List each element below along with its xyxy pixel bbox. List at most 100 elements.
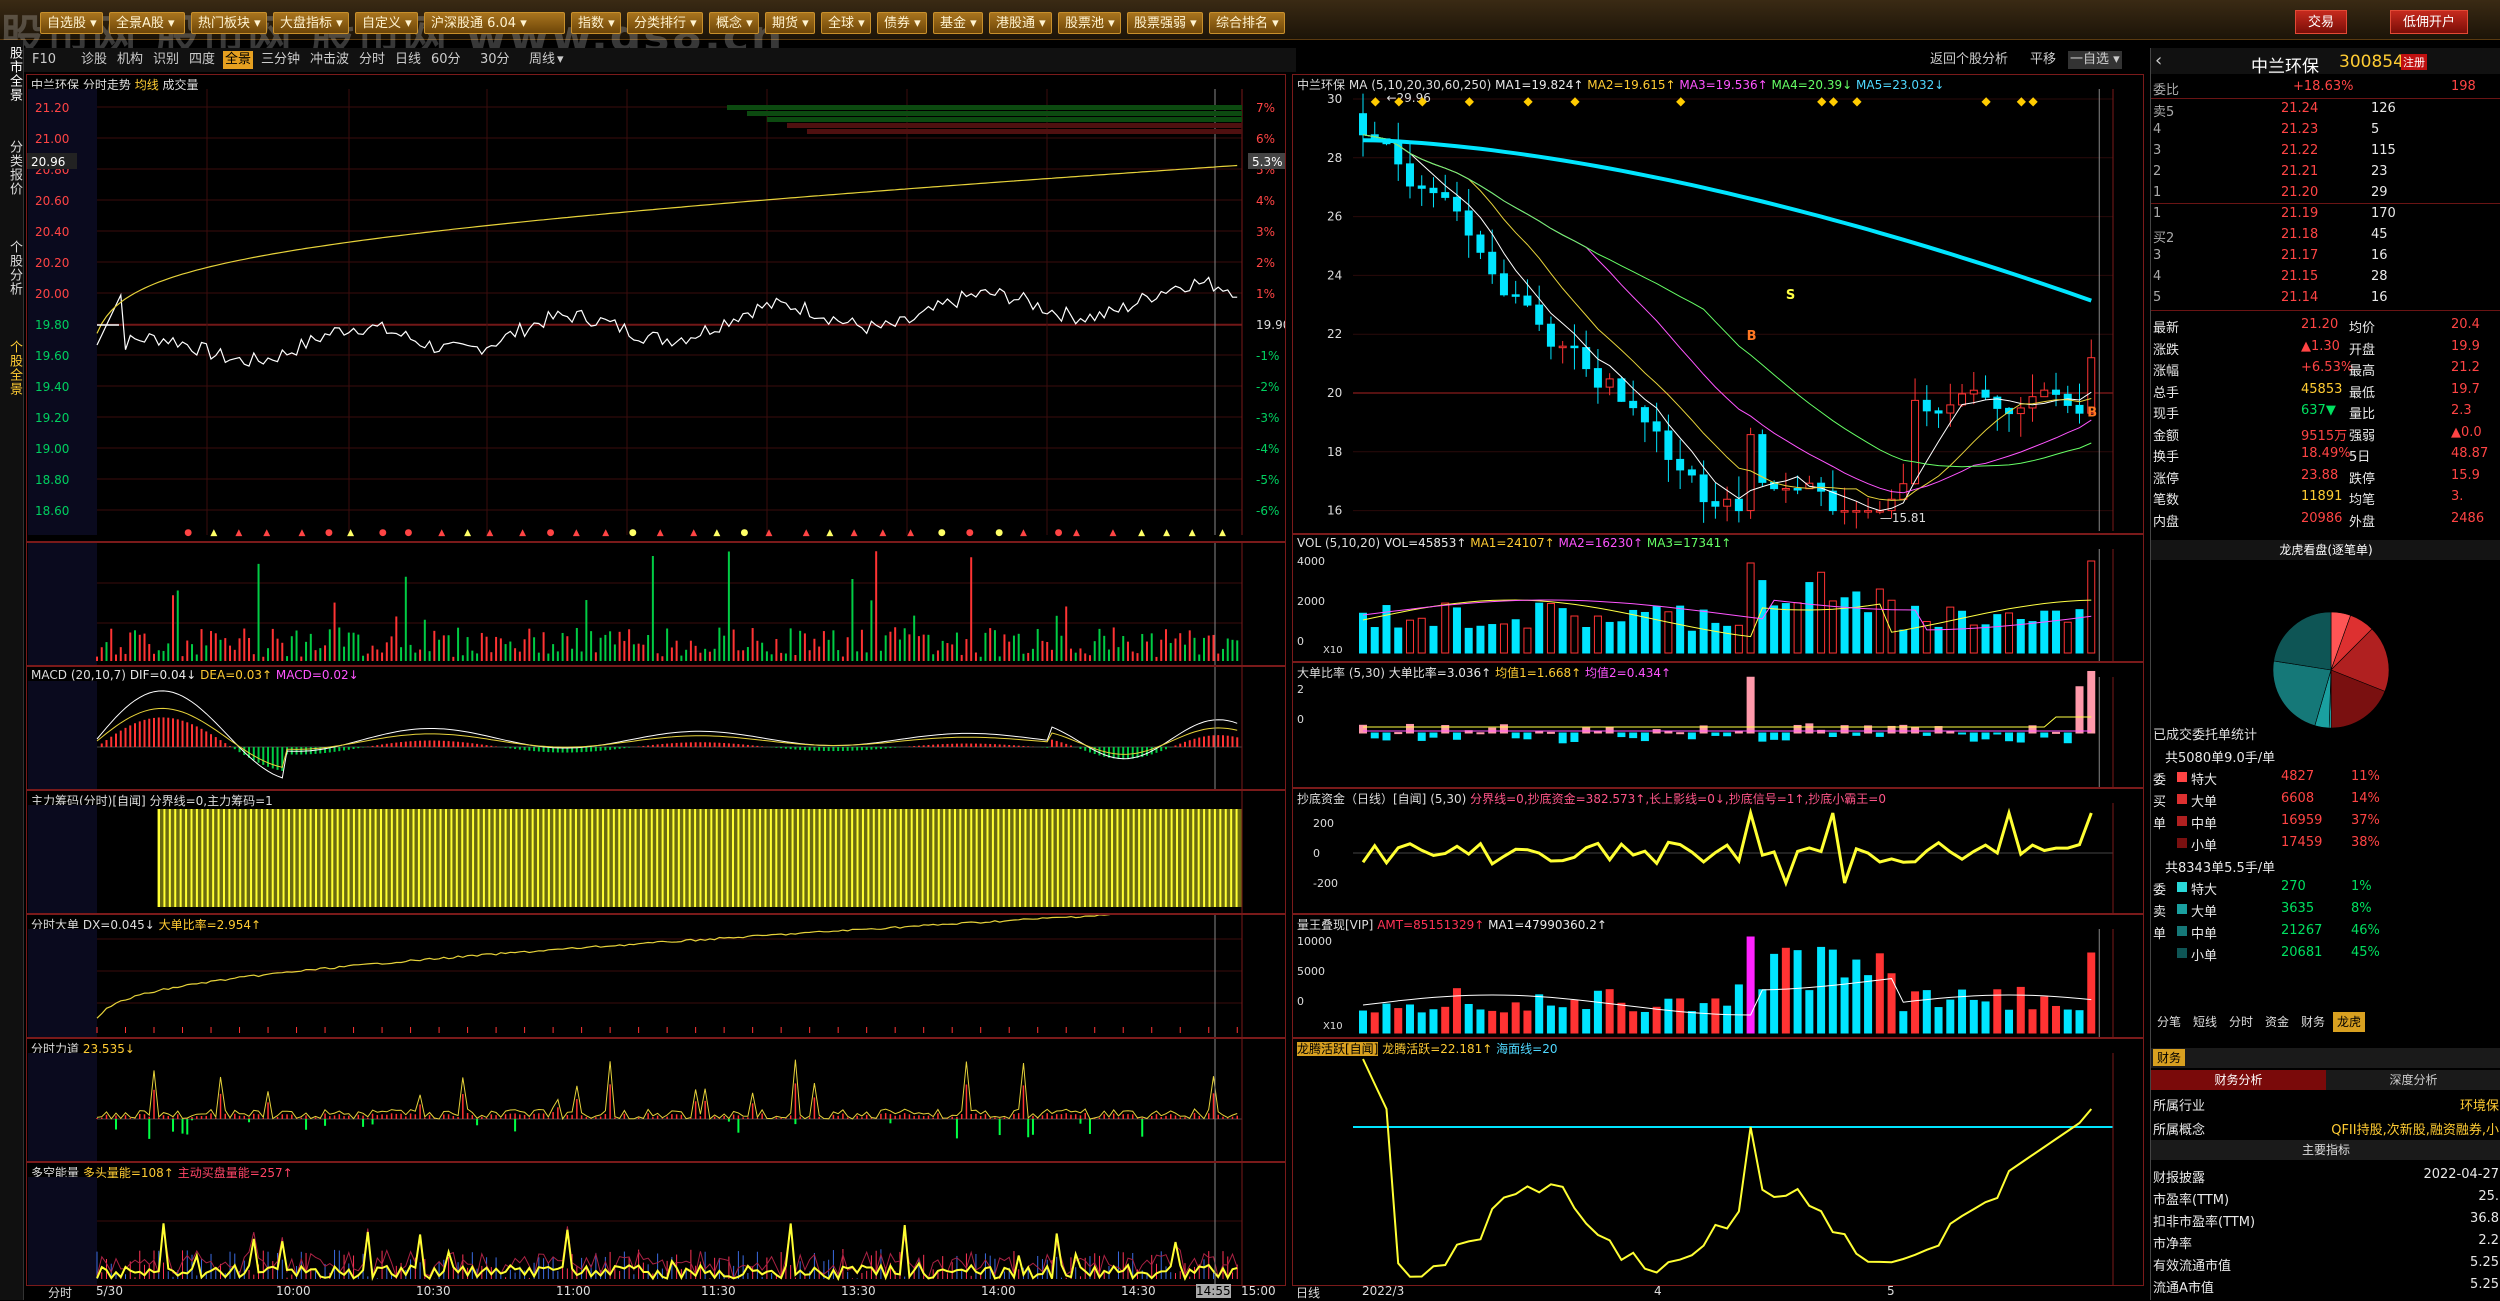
daily-dadan-chart[interactable]: 20	[1293, 663, 2143, 787]
menu-item-5[interactable]: 沪深股通 6.04 ▾	[424, 12, 565, 34]
bar	[1840, 977, 1849, 1034]
toolbar-right-0[interactable]: 返回个股分析	[1928, 51, 2010, 69]
bar	[1746, 562, 1755, 654]
toolbar-item-9[interactable]: 日线	[393, 51, 423, 69]
chaodi-chart[interactable]: 200 0 -200	[1293, 789, 2143, 913]
toolbar-item-7[interactable]: 冲击波	[308, 51, 351, 69]
menu-item-7[interactable]: 分类排行 ▾	[627, 12, 703, 34]
toolbar-item-2[interactable]: 机构	[115, 51, 145, 69]
ask-row[interactable]: 3 21.22 115	[2151, 140, 2500, 162]
energy-chart[interactable]: 1000	[27, 1163, 1285, 1285]
bottom-tab-2[interactable]: 分时	[2225, 1012, 2257, 1032]
intraday-chart[interactable]: 21.2021.0020.8020.6020.4020.2020.0019.80…	[27, 75, 1285, 541]
signal-marker: ●	[405, 528, 413, 538]
bar	[1817, 571, 1826, 654]
bid-row[interactable]: 3 21.17 16	[2151, 245, 2500, 267]
longteng-chart[interactable]	[1293, 1039, 2143, 1285]
bottom-tab-5[interactable]: 龙虎	[2333, 1012, 2366, 1032]
kline-candle	[1676, 458, 1685, 471]
menu-item-16[interactable]: 综合排名 ▾	[1209, 12, 1285, 34]
bar	[1546, 731, 1555, 734]
dadan-chart[interactable]: 3210	[27, 915, 1285, 1037]
lidao-chart[interactable]: 1000	[27, 1039, 1285, 1161]
menu-item-3[interactable]: 大盘指标 ▾	[273, 12, 349, 34]
daily-bottom-tab[interactable]: 日线	[1296, 1284, 1320, 1301]
menu-item-15[interactable]: 股票强弱 ▾	[1127, 12, 1203, 34]
menu-item-12[interactable]: 基金 ▾	[933, 12, 983, 34]
side-tab-overview[interactable]: 个股全景	[2, 340, 22, 396]
bar	[1922, 732, 1931, 736]
side-tab-rank[interactable]: 分类报价	[2, 140, 22, 196]
menu-item-1[interactable]: 全景A股 ▾	[109, 12, 185, 34]
pct-tick: -1%	[1256, 349, 1279, 363]
bid-row[interactable]: 4 21.15 28	[2151, 266, 2500, 288]
bar	[1511, 732, 1520, 739]
toolbar-item-0[interactable]: F10	[30, 51, 58, 69]
ask-row[interactable]: 4 21.23 5	[2151, 119, 2500, 141]
intraday-volume-chart[interactable]: 10005000	[27, 543, 1285, 665]
bar	[1899, 1011, 1908, 1034]
menu-item-14[interactable]: 股票池 ▾	[1058, 12, 1121, 34]
bottom-tab-4[interactable]: 财务	[2297, 1012, 2329, 1032]
bar	[1781, 732, 1790, 741]
deep-analysis-tab[interactable]: 深度分析	[2326, 1070, 2500, 1090]
menu-item-4[interactable]: 自定义 ▾	[355, 12, 418, 34]
side-tab-analysis[interactable]: 个股分析	[2, 240, 22, 296]
macd-chart[interactable]: 0.20.0-0.2	[27, 667, 1285, 789]
bar	[2005, 732, 2014, 742]
menu-item-9[interactable]: 期货 ▾	[765, 12, 815, 34]
trade-button[interactable]: 交易	[2295, 10, 2348, 34]
ask-row[interactable]: 2 21.21 23	[2151, 161, 2500, 183]
bottom-tab-1[interactable]: 短线	[2189, 1012, 2221, 1032]
ask-row[interactable]: 卖5 21.24 126	[2151, 98, 2500, 120]
menu-item-13[interactable]: 港股通 ▾	[989, 12, 1052, 34]
ask-row[interactable]: 1 21.20 29	[2151, 182, 2500, 204]
toolbar-more-icon[interactable]: ▾	[555, 51, 566, 69]
toolbar-item-1[interactable]: 诊股	[79, 51, 109, 69]
bar	[2063, 621, 2072, 654]
kline-candle	[2016, 407, 2025, 415]
bid-row[interactable]: 1 21.19 170	[2151, 203, 2500, 225]
pct-tick: 3%	[1256, 225, 1275, 239]
date-label-apr: 4	[1654, 1284, 1662, 1298]
liangwang-chart[interactable]: 10000 5000 0 X10	[1293, 915, 2143, 1037]
chouma-chart[interactable]: 1050-5-10	[27, 791, 1285, 913]
time-label: 15:00	[1241, 1284, 1276, 1298]
toolbar-item-5[interactable]: 全景	[223, 51, 254, 69]
stat-row: 涨幅 +6.53% 最高 21.2	[2153, 360, 2480, 379]
menu-item-11[interactable]: 债券 ▾	[877, 12, 927, 34]
bar	[1840, 597, 1849, 654]
bottom-tab-3[interactable]: 资金	[2261, 1012, 2293, 1032]
kline-candle	[1464, 210, 1473, 236]
bar	[1864, 975, 1873, 1034]
back-chevron-icon[interactable]: ‹	[2155, 50, 2162, 71]
toolbar-right-1[interactable]: 平移	[2028, 51, 2058, 69]
intraday-bottom-tab[interactable]: 分时	[48, 1284, 72, 1301]
toolbar-item-3[interactable]: 识别	[151, 51, 181, 69]
daily-kline-chart[interactable]: 3028262422201816←29.96—15.81BSB◆ ◆ ◆ ◆ ◆ ◆ ◆ ◆ ◆…	[1293, 75, 2143, 533]
menu-item-0[interactable]: 自选股 ▾	[40, 12, 103, 34]
kline-candle	[1499, 273, 1508, 296]
open-account-button[interactable]: 低佣开户	[2390, 10, 2469, 34]
bar	[1687, 630, 1696, 654]
menu-item-10[interactable]: 全球 ▾	[821, 12, 871, 34]
toolbar-item-6[interactable]: 三分钟	[259, 51, 302, 69]
toolbar-item-11[interactable]: 30分	[478, 51, 512, 69]
toolbar-item-10[interactable]: 60分	[429, 51, 463, 69]
menu-item-8[interactable]: 概念 ▾	[709, 12, 759, 34]
bid-row[interactable]: 5 21.14 16	[2151, 287, 2500, 309]
toolbar-item-8[interactable]: 分时	[357, 51, 387, 69]
finance-analysis-tab[interactable]: 财务分析	[2151, 1070, 2326, 1090]
kline-candle	[1441, 192, 1450, 198]
toolbar-item-4[interactable]: 四度	[187, 51, 217, 69]
daily-vol-chart[interactable]: 4000 2000 0 X10	[1293, 535, 2143, 661]
toolbar-right-2[interactable]: 一自选 ▾	[2068, 51, 2122, 69]
toolbar-item-12[interactable]: 周线	[527, 51, 557, 69]
bottom-tab-0[interactable]: 分笔	[2153, 1012, 2185, 1032]
menu-item-6[interactable]: 指数 ▾	[571, 12, 621, 34]
side-tab-market[interactable]: 股市全景	[2, 46, 22, 102]
bid-row[interactable]: 买2 21.18 45	[2151, 224, 2500, 246]
finance-tab[interactable]: 财务	[2153, 1049, 2186, 1066]
bar	[1946, 999, 1955, 1034]
menu-item-2[interactable]: 热门板块 ▾	[191, 12, 267, 34]
